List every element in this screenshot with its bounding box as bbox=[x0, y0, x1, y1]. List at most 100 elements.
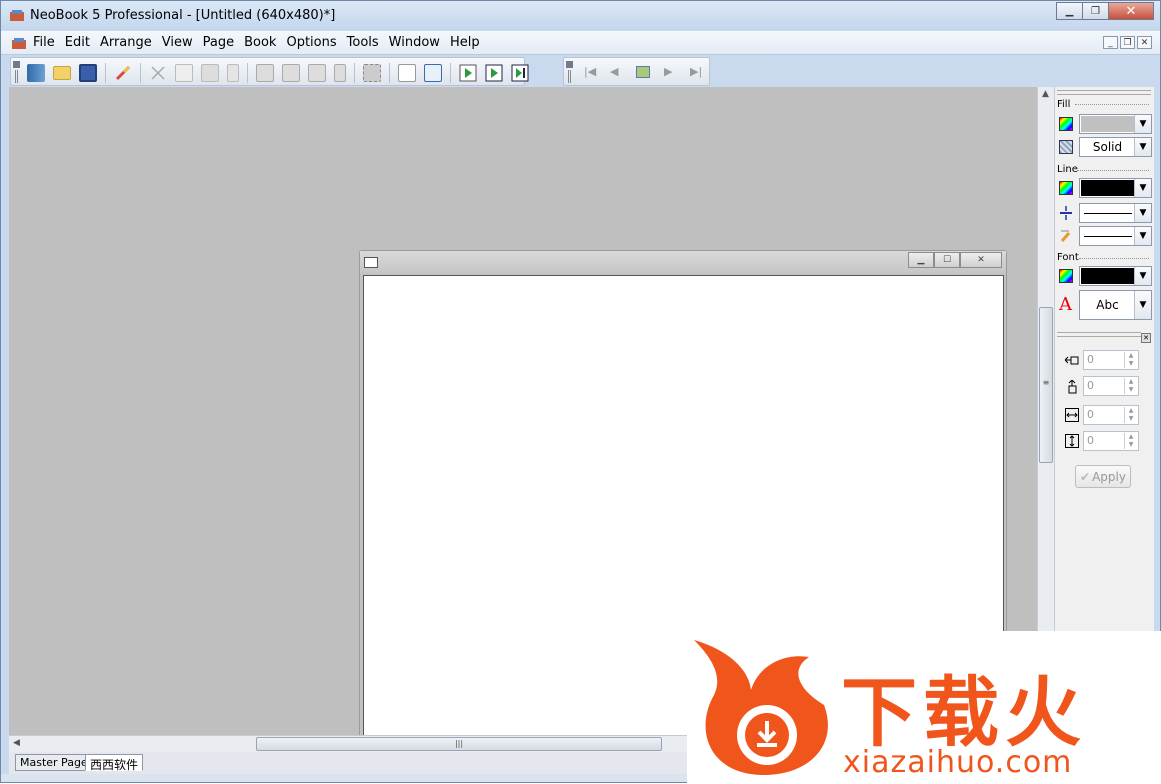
properties-icon[interactable] bbox=[424, 64, 442, 82]
run-icon[interactable] bbox=[459, 64, 477, 82]
cut-icon[interactable] bbox=[149, 64, 167, 82]
tab-page-1[interactable]: 西西软件 bbox=[85, 754, 144, 772]
fill-style-value: Solid bbox=[1092, 140, 1123, 154]
chevron-down-icon[interactable]: ▼ bbox=[1134, 138, 1151, 156]
menu-file[interactable]: File bbox=[33, 35, 55, 50]
scroll-left-icon[interactable]: ◀ bbox=[13, 738, 20, 748]
bring-front-icon[interactable] bbox=[256, 64, 274, 82]
send-back-icon[interactable] bbox=[282, 64, 300, 82]
checkmark-icon: ✔ bbox=[1080, 469, 1091, 484]
last-page-icon[interactable]: ▶| bbox=[690, 65, 708, 78]
menu-edit[interactable]: Edit bbox=[65, 35, 90, 50]
menu-arrange[interactable]: Arrange bbox=[100, 35, 152, 50]
menu-view[interactable]: View bbox=[162, 35, 193, 50]
doc-minimize-button[interactable]: ▁ bbox=[908, 252, 934, 268]
eraser-icon[interactable] bbox=[114, 64, 132, 82]
panel-close-icon[interactable]: ✕ bbox=[1141, 333, 1151, 343]
document-icon bbox=[364, 257, 378, 268]
line-color-combo[interactable]: ▼ bbox=[1079, 178, 1152, 198]
doc-close-button[interactable]: ✕ bbox=[960, 252, 1002, 268]
menu-window[interactable]: Window bbox=[389, 35, 440, 50]
divider bbox=[1077, 170, 1149, 171]
mdi-restore-button[interactable]: ❐ bbox=[1120, 36, 1135, 49]
delete-icon[interactable] bbox=[227, 64, 239, 82]
restore-button[interactable]: ❐ bbox=[1082, 2, 1109, 20]
top-position-input[interactable]: 0 ▲ ▼ bbox=[1083, 376, 1139, 396]
font-color-combo[interactable]: ▼ bbox=[1079, 266, 1152, 286]
line-width-combo[interactable]: ▼ bbox=[1079, 203, 1152, 223]
menu-book[interactable]: Book bbox=[244, 35, 276, 50]
system-menu-icon[interactable] bbox=[11, 37, 27, 50]
mdi-close-button[interactable]: ✕ bbox=[1137, 36, 1152, 49]
tab-master-page[interactable]: Master Page bbox=[15, 754, 93, 771]
toolbar-separator bbox=[140, 63, 141, 83]
height-icon bbox=[1065, 434, 1079, 448]
close-button[interactable]: ✕ bbox=[1108, 2, 1154, 20]
navigation-toolbar: |◀ ◀ ▶ ▶| bbox=[563, 57, 710, 86]
open-folder-icon[interactable] bbox=[53, 66, 71, 80]
left-position-icon bbox=[1065, 356, 1079, 365]
spinner-icon[interactable]: ▲ ▼ bbox=[1124, 433, 1137, 449]
font-sample: Abc bbox=[1096, 298, 1119, 312]
chevron-down-icon[interactable]: ▼ bbox=[1134, 204, 1151, 222]
paste-icon[interactable] bbox=[201, 64, 219, 82]
run-page-icon[interactable] bbox=[485, 64, 503, 82]
preview-icon[interactable] bbox=[511, 64, 529, 82]
horizontal-scroll-thumb[interactable]: ||| bbox=[256, 737, 662, 751]
menu-page[interactable]: Page bbox=[203, 35, 234, 50]
scroll-up-icon[interactable]: ▲ bbox=[1042, 89, 1049, 99]
line-style-combo[interactable]: ▼ bbox=[1079, 226, 1152, 246]
panel-grip[interactable] bbox=[1057, 90, 1151, 95]
height-input[interactable]: 0 ▲ ▼ bbox=[1083, 431, 1139, 451]
spinner-icon[interactable]: ▲ ▼ bbox=[1124, 378, 1137, 394]
mdi-minimize-button[interactable]: _ bbox=[1103, 36, 1118, 49]
ungroup-icon[interactable] bbox=[334, 64, 346, 82]
first-page-icon[interactable]: |◀ bbox=[584, 65, 602, 78]
copy-icon[interactable] bbox=[175, 64, 193, 82]
toolbar-grip[interactable] bbox=[566, 61, 573, 83]
watermark-flame-logo bbox=[694, 640, 828, 775]
window-title: NeoBook 5 Professional - [Untitled (640x… bbox=[30, 8, 336, 23]
main-toolbar bbox=[10, 57, 529, 86]
apply-button[interactable]: ✔ Apply bbox=[1075, 465, 1131, 488]
doc-maximize-button[interactable]: ☐ bbox=[934, 252, 960, 268]
properties-panel: Fill ▼ Solid ▼ Line ▼ ▼ ▼ Font ▼ A Abc ▼… bbox=[1054, 87, 1154, 632]
new-book-icon[interactable] bbox=[27, 64, 45, 82]
fill-color-combo[interactable]: ▼ bbox=[1079, 114, 1152, 134]
minimize-button[interactable]: ▁ bbox=[1056, 2, 1083, 20]
chevron-down-icon[interactable]: ▼ bbox=[1134, 179, 1151, 197]
chevron-down-icon[interactable]: ▼ bbox=[1134, 267, 1151, 285]
chevron-down-icon[interactable]: ▼ bbox=[1134, 291, 1151, 319]
fill-section-label: Fill bbox=[1057, 99, 1071, 110]
spinner-icon[interactable]: ▲ ▼ bbox=[1124, 407, 1137, 423]
watermark: 下载火 xiazaihuo.com bbox=[687, 631, 1161, 784]
new-page-icon[interactable] bbox=[398, 64, 416, 82]
toolbar-separator bbox=[354, 63, 355, 83]
width-icon bbox=[1065, 408, 1079, 422]
page-icon[interactable] bbox=[636, 65, 650, 78]
left-position-input[interactable]: 0 ▲ ▼ bbox=[1083, 350, 1139, 370]
menu-help[interactable]: Help bbox=[450, 35, 480, 50]
line-section-label: Line bbox=[1057, 164, 1078, 175]
vertical-scroll-thumb[interactable]: ≡ bbox=[1039, 307, 1053, 463]
panel-grip[interactable] bbox=[1057, 332, 1141, 337]
width-input[interactable]: 0 ▲ ▼ bbox=[1083, 405, 1139, 425]
document-title-bar[interactable]: ▁ ☐ ✕ bbox=[360, 251, 1006, 273]
menu-tools[interactable]: Tools bbox=[347, 35, 379, 50]
chevron-down-icon[interactable]: ▼ bbox=[1134, 115, 1151, 133]
neobook-app-icon bbox=[10, 10, 24, 21]
prev-page-icon[interactable]: ◀ bbox=[610, 65, 628, 78]
select-all-icon[interactable] bbox=[363, 64, 381, 82]
chevron-down-icon[interactable]: ▼ bbox=[1134, 227, 1151, 245]
spinner-icon[interactable]: ▲ ▼ bbox=[1124, 352, 1137, 368]
fill-style-combo[interactable]: Solid ▼ bbox=[1079, 137, 1152, 157]
divider bbox=[1079, 258, 1149, 259]
group-icon[interactable] bbox=[308, 64, 326, 82]
line-color-swatch bbox=[1081, 180, 1134, 196]
menu-options[interactable]: Options bbox=[286, 35, 336, 50]
next-page-icon[interactable]: ▶ bbox=[664, 65, 682, 78]
line-color-icon bbox=[1059, 181, 1073, 195]
font-combo[interactable]: Abc ▼ bbox=[1079, 290, 1152, 320]
toolbar-grip[interactable] bbox=[13, 61, 20, 83]
save-icon[interactable] bbox=[79, 64, 97, 82]
